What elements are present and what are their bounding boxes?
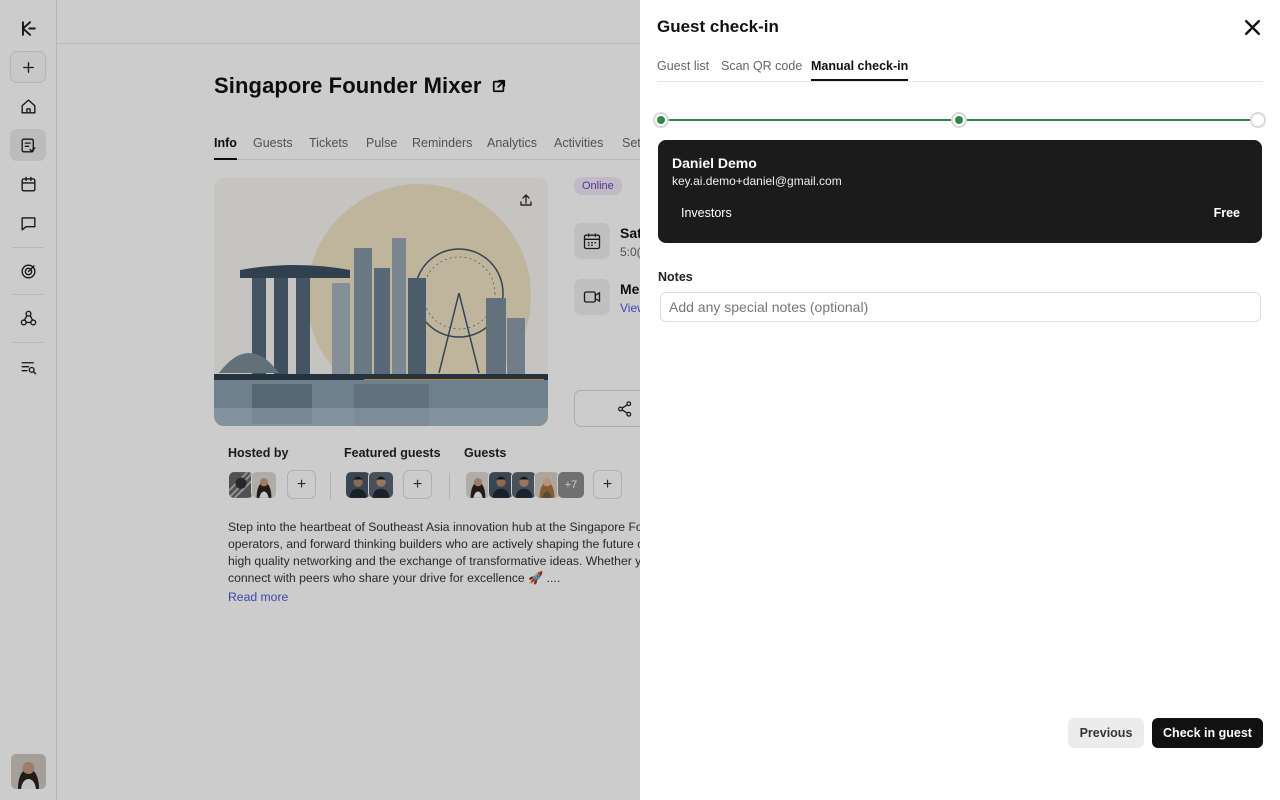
ticket-type: Investors — [681, 206, 732, 220]
previous-button[interactable]: Previous — [1068, 718, 1144, 748]
guest-check-in-drawer: Guest check-in Guest list Scan QR code M… — [640, 0, 1280, 800]
ticket-price: Free — [1213, 206, 1240, 220]
check-in-tabs: Guest list Scan QR code Manual check-in — [657, 59, 1263, 82]
notes-label: Notes — [658, 270, 693, 284]
tab-guest-list[interactable]: Guest list — [657, 59, 709, 73]
step-2-dot — [951, 112, 967, 128]
step-3-dot — [1250, 112, 1266, 128]
guest-email: key.ai.demo+daniel@gmail.com — [672, 174, 842, 188]
progress-stepper — [653, 111, 1266, 129]
tab-manual-check-in[interactable]: Manual check-in — [811, 59, 909, 81]
tab-scan-qr-code[interactable]: Scan QR code — [721, 59, 802, 73]
close-icon[interactable] — [1241, 16, 1263, 38]
selected-guest-card: Daniel Demo key.ai.demo+daniel@gmail.com… — [658, 140, 1262, 243]
step-1-dot — [653, 112, 669, 128]
guest-name: Daniel Demo — [672, 155, 757, 171]
notes-input[interactable] — [660, 292, 1261, 322]
check-in-guest-button[interactable]: Check in guest — [1152, 718, 1263, 748]
drawer-title: Guest check-in — [657, 17, 779, 36]
